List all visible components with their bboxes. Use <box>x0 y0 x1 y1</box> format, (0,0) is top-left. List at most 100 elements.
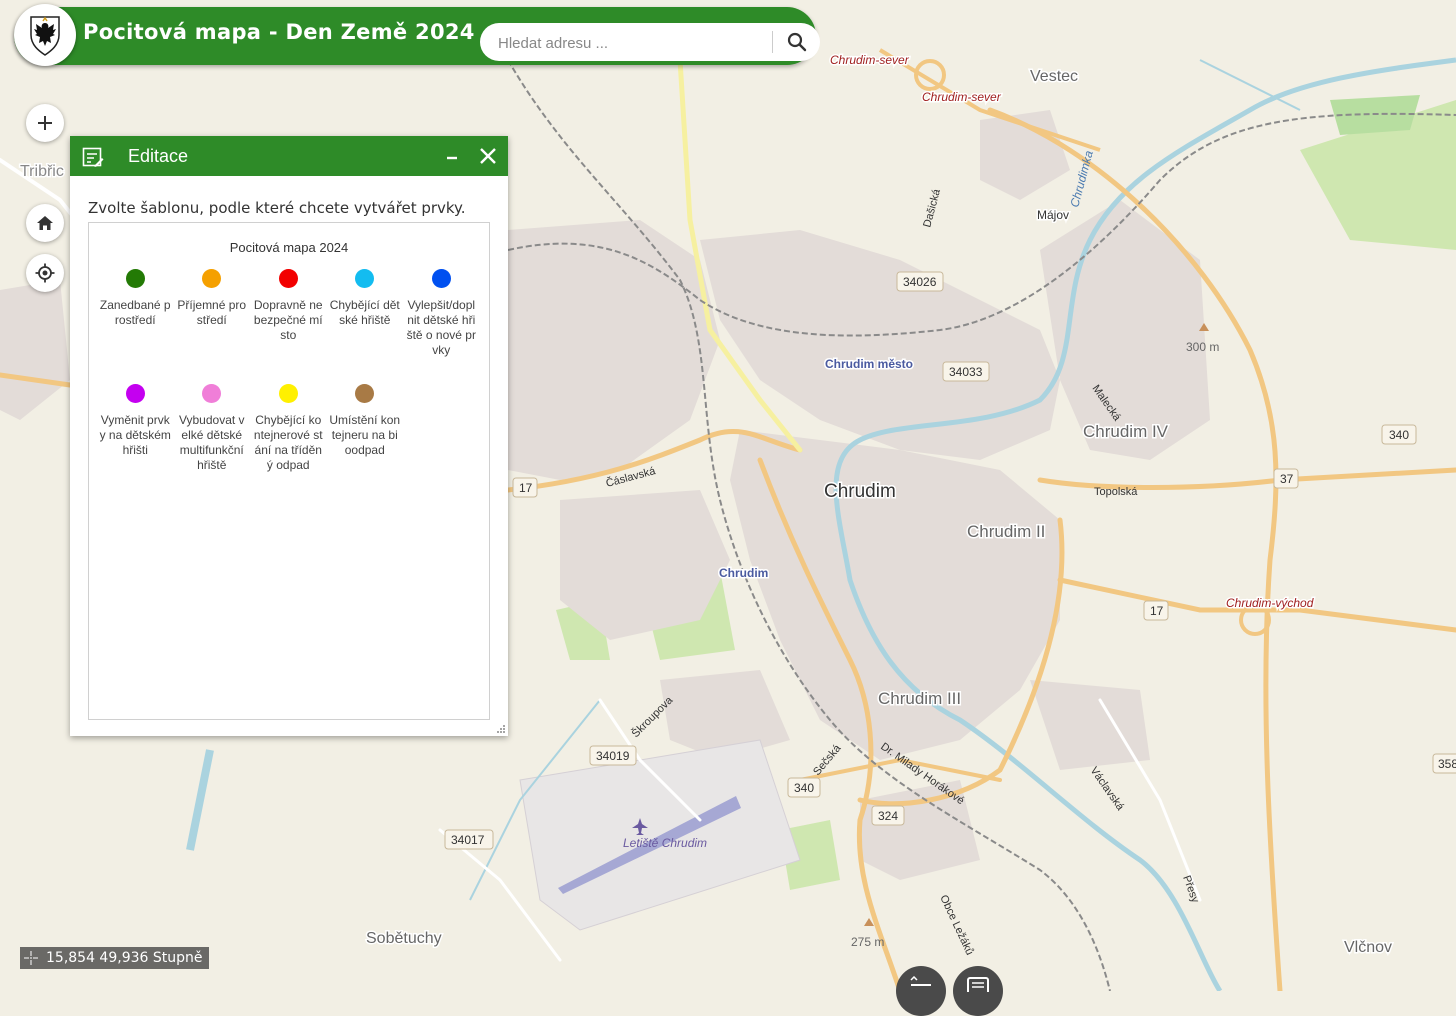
template-label: Dopravně nebezpečné místo <box>253 298 323 342</box>
map-label-chrudim-mesto: Chrudim město <box>825 357 913 371</box>
coordinate-readout: 15,854 49,936 Stupně <box>20 947 209 969</box>
edit-panel-header: Editace <box>70 136 508 176</box>
zoom-in-button[interactable] <box>26 104 64 142</box>
map-label-city: Chrudim <box>824 481 896 502</box>
eagle-crest-icon <box>30 16 60 56</box>
plus-icon <box>38 116 52 130</box>
svg-text:34019: 34019 <box>596 749 630 763</box>
crosshair-small-icon[interactable] <box>24 951 38 965</box>
svg-text:340: 340 <box>794 781 814 795</box>
template-label: Vybudovat velké dětské multifunkční hřiš… <box>178 413 245 472</box>
resize-handle-icon[interactable] <box>496 724 506 734</box>
svg-text:340: 340 <box>1389 428 1409 442</box>
template-picker: Pocitová mapa 2024 Zanedbané prostředí Př… <box>88 222 490 720</box>
template-symbol-dot <box>355 269 375 288</box>
route-shield-17a: 17 <box>512 477 538 498</box>
svg-text:34026: 34026 <box>903 275 937 289</box>
svg-text:34017: 34017 <box>451 833 485 847</box>
crosshair-icon <box>35 263 55 283</box>
template-label: Umístění kontejneru na bioodpad <box>329 413 401 457</box>
locate-button[interactable] <box>26 254 64 292</box>
template-symbol-dot <box>125 269 145 288</box>
app-title: Pocitová mapa - Den Země 2024 <box>83 20 475 44</box>
map-label-chrudim-ii: Chrudim II <box>967 522 1045 541</box>
route-shield-34017: 34017 <box>444 829 494 850</box>
search-icon <box>787 32 807 52</box>
route-shield-34033: 34033 <box>942 361 990 382</box>
map-label-exit-sever-2: Chrudim-sever <box>922 90 1002 104</box>
map-label-chrudim-station: Chrudim <box>719 566 768 580</box>
home-button[interactable] <box>26 204 64 242</box>
map-label-vestec: Vestec <box>1030 68 1078 85</box>
svg-text:17: 17 <box>519 481 533 495</box>
map-label-exit-vychod: Chrudim-východ <box>1226 596 1314 610</box>
template-item[interactable]: Vybudovat velké dětské multifunkční hřiš… <box>174 384 251 481</box>
template-label: Chybějící kontejnerové stání na tříděný … <box>253 413 323 472</box>
table-list-icon <box>967 977 989 992</box>
template-label: Příjemné prostředí <box>177 298 247 327</box>
template-symbol-dot <box>125 384 145 403</box>
map-label-exit-sever: Chrudim-sever <box>830 53 910 67</box>
edit-instruction: Zvolte šablonu, podle které chcete vytvá… <box>88 199 466 217</box>
template-item[interactable]: Zanedbané prostředí <box>97 269 174 366</box>
template-label: Zanedbané prostředí <box>99 298 171 327</box>
template-item[interactable]: Umístění kontejneru na bioodpad <box>327 384 404 481</box>
home-icon <box>37 216 53 230</box>
template-symbol-dot <box>202 384 222 403</box>
search-divider <box>772 31 773 53</box>
map-label-sobetuchy: Sobětuchy <box>366 930 442 947</box>
template-item[interactable]: Chybějící kontejnerové stání na tříděný … <box>250 384 327 481</box>
route-shield-17b: 17 <box>1143 600 1169 621</box>
search-button[interactable] <box>780 27 814 57</box>
map-label-chrudim-iv: Chrudim IV <box>1083 422 1169 441</box>
template-label: Chybějící dětské hřiště <box>329 298 400 327</box>
route-shield-340b: 340 <box>787 777 821 798</box>
layers-list-button[interactable] <box>953 966 1003 1016</box>
edit-form-icon <box>82 147 104 167</box>
template-symbol-dot <box>278 269 298 288</box>
map-label-peak-275: 275 m <box>851 935 884 949</box>
svg-text:358: 358 <box>1438 757 1456 771</box>
route-shield-324: 324 <box>871 805 905 826</box>
minimize-icon <box>447 156 457 160</box>
route-shield-37: 37 <box>1273 468 1299 489</box>
city-logo[interactable] <box>14 4 76 66</box>
address-search <box>480 23 820 61</box>
template-item[interactable]: Chybějící dětské hřiště <box>327 269 404 366</box>
template-label: Vylepšit/doplnit dětské hřiště o nové pr… <box>406 298 476 357</box>
minimize-button[interactable] <box>442 144 462 168</box>
svg-text:17: 17 <box>1150 604 1164 618</box>
list-icon <box>910 976 931 986</box>
template-grid: Zanedbané prostředí Příjemné prostředí Dop… <box>97 269 487 481</box>
map-label-peak-300: 300 m <box>1186 340 1219 354</box>
template-symbol-dot <box>431 269 451 288</box>
edit-panel: Editace Zvolte šablonu, podle které chce… <box>70 136 508 736</box>
close-icon <box>480 148 496 164</box>
map-label-airport: Letiště Chrudim <box>623 836 707 850</box>
route-shield-34026: 34026 <box>896 271 944 292</box>
template-label: Vyměnit prvky na dětském hřišti <box>99 413 171 457</box>
svg-text:324: 324 <box>878 809 898 823</box>
route-shield-34019: 34019 <box>589 745 637 766</box>
map-label-vlcnov: Vlčnov <box>1344 939 1392 956</box>
template-symbol-dot <box>278 384 298 403</box>
template-item[interactable]: Příjemné prostředí <box>174 269 251 366</box>
svg-text:37: 37 <box>1280 472 1294 486</box>
coordinate-text: 15,854 49,936 Stupně <box>46 950 203 966</box>
template-item[interactable]: Vyměnit prvky na dětském hřišti <box>97 384 174 481</box>
template-item[interactable]: Dopravně nebezpečné místo <box>250 269 327 366</box>
map-label-chrudim-iii: Chrudim III <box>878 689 961 708</box>
legend-button[interactable] <box>896 966 946 1016</box>
template-group-title: Pocitová mapa 2024 <box>229 240 349 255</box>
edit-panel-title: Editace <box>128 146 189 166</box>
template-symbol-dot <box>202 269 222 288</box>
address-search-input[interactable] <box>496 27 770 59</box>
map-label-majov: Májov <box>1037 208 1069 222</box>
map-label-topolska: Topolská <box>1094 486 1138 498</box>
svg-text:34033: 34033 <box>949 365 983 379</box>
template-item[interactable]: Vylepšit/doplnit dětské hřiště o nové pr… <box>403 269 480 366</box>
template-symbol-dot <box>355 384 375 403</box>
route-shield-340a: 340 <box>1381 424 1417 445</box>
close-button[interactable] <box>476 144 500 168</box>
map-label-tribric: Tribřic <box>20 163 64 180</box>
